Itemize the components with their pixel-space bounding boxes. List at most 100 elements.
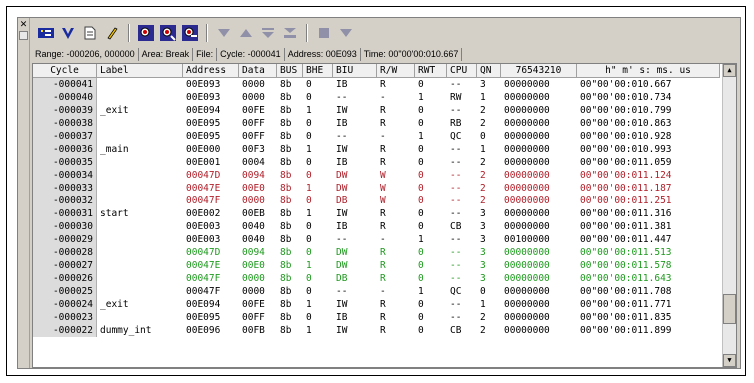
cell-data: 00FB — [242, 324, 265, 336]
search-forward-icon[interactable] — [136, 23, 156, 43]
cell-bits: 00000000 — [504, 208, 550, 220]
cell-bus: 8b — [280, 273, 292, 285]
table-row[interactable]: -000023 00E095 00FF 8b 0 IB R 0 -- 2 00000000 00"00… — [33, 310, 720, 324]
scroll-thumb[interactable] — [723, 294, 736, 324]
cell-bus: 8b — [280, 286, 292, 297]
trace-table[interactable]: Cycle Label Address Data BUS BHE BIU R/W RWT CPU Q… — [32, 63, 737, 368]
cell-bhe: 1 — [306, 324, 312, 336]
cell-time: 00"00'00:011.316 — [580, 208, 672, 220]
column-header-bus[interactable]: BUS — [277, 64, 303, 78]
cell-qn: 0 — [480, 130, 486, 142]
column-header-qn[interactable]: QN — [477, 64, 501, 78]
table-row[interactable]: -000040 00E093 0000 8b 0 -- -1 RW 1 00000000 00"00… — [33, 90, 720, 104]
cell-cpu: -- — [450, 298, 462, 310]
cell-bits: 00000000 — [504, 91, 550, 103]
cell-cycle: -000031 — [33, 207, 97, 221]
column-header-bhe[interactable]: BHE — [303, 64, 333, 78]
table-row[interactable]: -000033 00047E 00E0 8b 1 DW W 0 -- 2 00000000 00"00… — [33, 181, 720, 195]
table-row[interactable]: -000035 00E001 0004 8b 0 IB R 0 -- 2 00000000 00"00… — [33, 155, 720, 169]
cell-qn: 2 — [480, 311, 486, 323]
table-row[interactable]: -000041 00E093 0000 8b 0 IB R 0 -- 3 00000000 00"00… — [33, 78, 720, 91]
cell-bhe: 1 — [306, 143, 312, 155]
table-row[interactable]: -000027 00047E 00E0 8b 1 DW R 0 -- 3 00000000 00"00… — [33, 259, 720, 273]
cell-bhe: 0 — [306, 169, 312, 181]
cell-bus: 8b — [280, 79, 292, 90]
column-header-address[interactable]: Address — [183, 64, 239, 78]
table-row[interactable]: -000038 00E095 00FF 8b 0 IB R 0 RB 2 00000000 00"00… — [33, 116, 720, 130]
stop-icon[interactable] — [314, 23, 334, 43]
cell-rwt: 0 — [418, 311, 424, 323]
cell-data: 0004 — [242, 156, 265, 168]
table-row[interactable]: -000031 start 00E002 00EB 8b 1 IW R 0 -- 3 00000000… — [33, 207, 720, 221]
column-header-data[interactable]: Data — [239, 64, 277, 78]
cell-rw: R — [380, 156, 386, 168]
cell-data: 0000 — [242, 91, 265, 103]
pencil-icon[interactable] — [102, 23, 122, 43]
search-stop-icon[interactable] — [180, 23, 200, 43]
column-header-rwt[interactable]: RWT — [415, 64, 447, 78]
cell-time: 00"00'00:011.381 — [580, 221, 672, 233]
cell-bhe: 0 — [306, 234, 312, 246]
cell-time: 00"00'00:011.643 — [580, 273, 672, 285]
scroll-down-icon[interactable]: ▼ — [723, 354, 736, 367]
column-header-rw[interactable]: R/W — [377, 64, 415, 78]
close-icon[interactable]: ✕ — [19, 20, 28, 30]
column-header-bits[interactable]: 76543210 — [501, 64, 577, 78]
table-row[interactable]: -000032 00047F 0000 8b 0 DB W 0 -- 2 00000000 00"00… — [33, 194, 720, 208]
arrow-up-icon[interactable] — [236, 23, 256, 43]
table-row[interactable]: -000022 dummy_int 00E096 00FB 8b 1 IW R 0 CB 2 0000… — [33, 323, 720, 337]
cell-qn: 0 — [480, 286, 486, 297]
column-header-biu[interactable]: BIU — [333, 64, 377, 78]
table-row[interactable]: -000029 00E003 0040 8b 0 -- -1 -- 3 00100000 00"00… — [33, 233, 720, 247]
cell-address: 00047F — [186, 286, 221, 297]
vertical-scrollbar[interactable]: ▲ ▼ — [722, 64, 736, 367]
cell-address: 00E096 — [186, 324, 221, 336]
cell-bus: 8b — [280, 156, 292, 168]
table-row[interactable]: -000026 00047F 0000 8b 0 DB R 0 -- 3 00000000 00"00… — [33, 272, 720, 285]
cell-cpu: -- — [450, 260, 462, 272]
cell-rwt: 0 — [418, 298, 424, 310]
cell-address: 00E093 — [186, 79, 221, 90]
cell-qn: 3 — [480, 79, 486, 90]
cell-rwt: 0 — [418, 182, 424, 194]
table-row[interactable]: -000030 00E003 0040 8b 0 IB R 0 CB 3 00000000 00"00… — [33, 220, 720, 234]
filter-icon[interactable] — [58, 23, 78, 43]
cell-bits: 00000000 — [504, 130, 550, 142]
cell-qn: 3 — [480, 247, 486, 259]
column-header-time[interactable]: h" m' s: ms. us — [577, 64, 720, 78]
cell-biu: IB — [336, 79, 348, 90]
table-row[interactable]: -000025 00047F 0000 8b 0 -- -1 QC 0 00000000 00"00… — [33, 285, 720, 298]
cell-cpu: -- — [450, 143, 462, 155]
jump-icon[interactable] — [280, 23, 300, 43]
column-header-cpu[interactable]: CPU — [447, 64, 477, 78]
cell-address: 00047F — [186, 195, 221, 207]
cell-label — [97, 272, 183, 285]
search-backward-icon[interactable] — [158, 23, 178, 43]
document-icon[interactable] — [80, 23, 100, 43]
table-row[interactable]: -000028 00047D 0094 8b 0 DW R 0 -- 3 00000000 00"00… — [33, 246, 720, 260]
table-row[interactable]: -000024 _exit 00E094 00FE 8b 1 IW R 0 -- 1 00000000… — [33, 297, 720, 311]
cell-data: 0094 — [242, 247, 265, 259]
cell-bus: 8b — [280, 169, 292, 181]
table-row[interactable]: -000036 _main 00E000 00F3 8b 1 IW R 0 -- 1 00000000… — [33, 142, 720, 156]
cell-data: 0000 — [242, 195, 265, 207]
arrow-down-icon[interactable] — [214, 23, 234, 43]
cell-address: 00E093 — [186, 91, 221, 103]
table-row[interactable]: -000037 00E095 00FF 8b 0 -- -1 QC 0 00000000 00"00… — [33, 129, 720, 143]
scroll-up-icon[interactable]: ▲ — [723, 64, 736, 77]
column-header-label[interactable]: Label — [97, 64, 183, 78]
step-down-icon[interactable] — [258, 23, 278, 43]
column-header-cycle[interactable]: Cycle — [33, 64, 97, 78]
cell-rw: R — [380, 324, 386, 336]
cell-cpu: -- — [450, 182, 462, 194]
trace-mode-icon[interactable] — [36, 23, 56, 43]
table-row[interactable]: -000039 _exit 00E094 00FE 8b 1 IW R 0 -- 2 00000000… — [33, 103, 720, 117]
cell-cpu: -- — [450, 273, 462, 285]
cell-rwt: 0 — [418, 247, 424, 259]
cell-cpu: -- — [450, 79, 462, 90]
cell-biu: DW — [336, 169, 348, 181]
restore-icon[interactable] — [19, 31, 28, 40]
dropdown-arrow-icon[interactable] — [336, 23, 356, 43]
cell-cycle: -000035 — [33, 155, 97, 169]
table-row[interactable]: -000034 00047D 0094 8b 0 DW W 0 -- 2 00000000 00"00… — [33, 168, 720, 182]
